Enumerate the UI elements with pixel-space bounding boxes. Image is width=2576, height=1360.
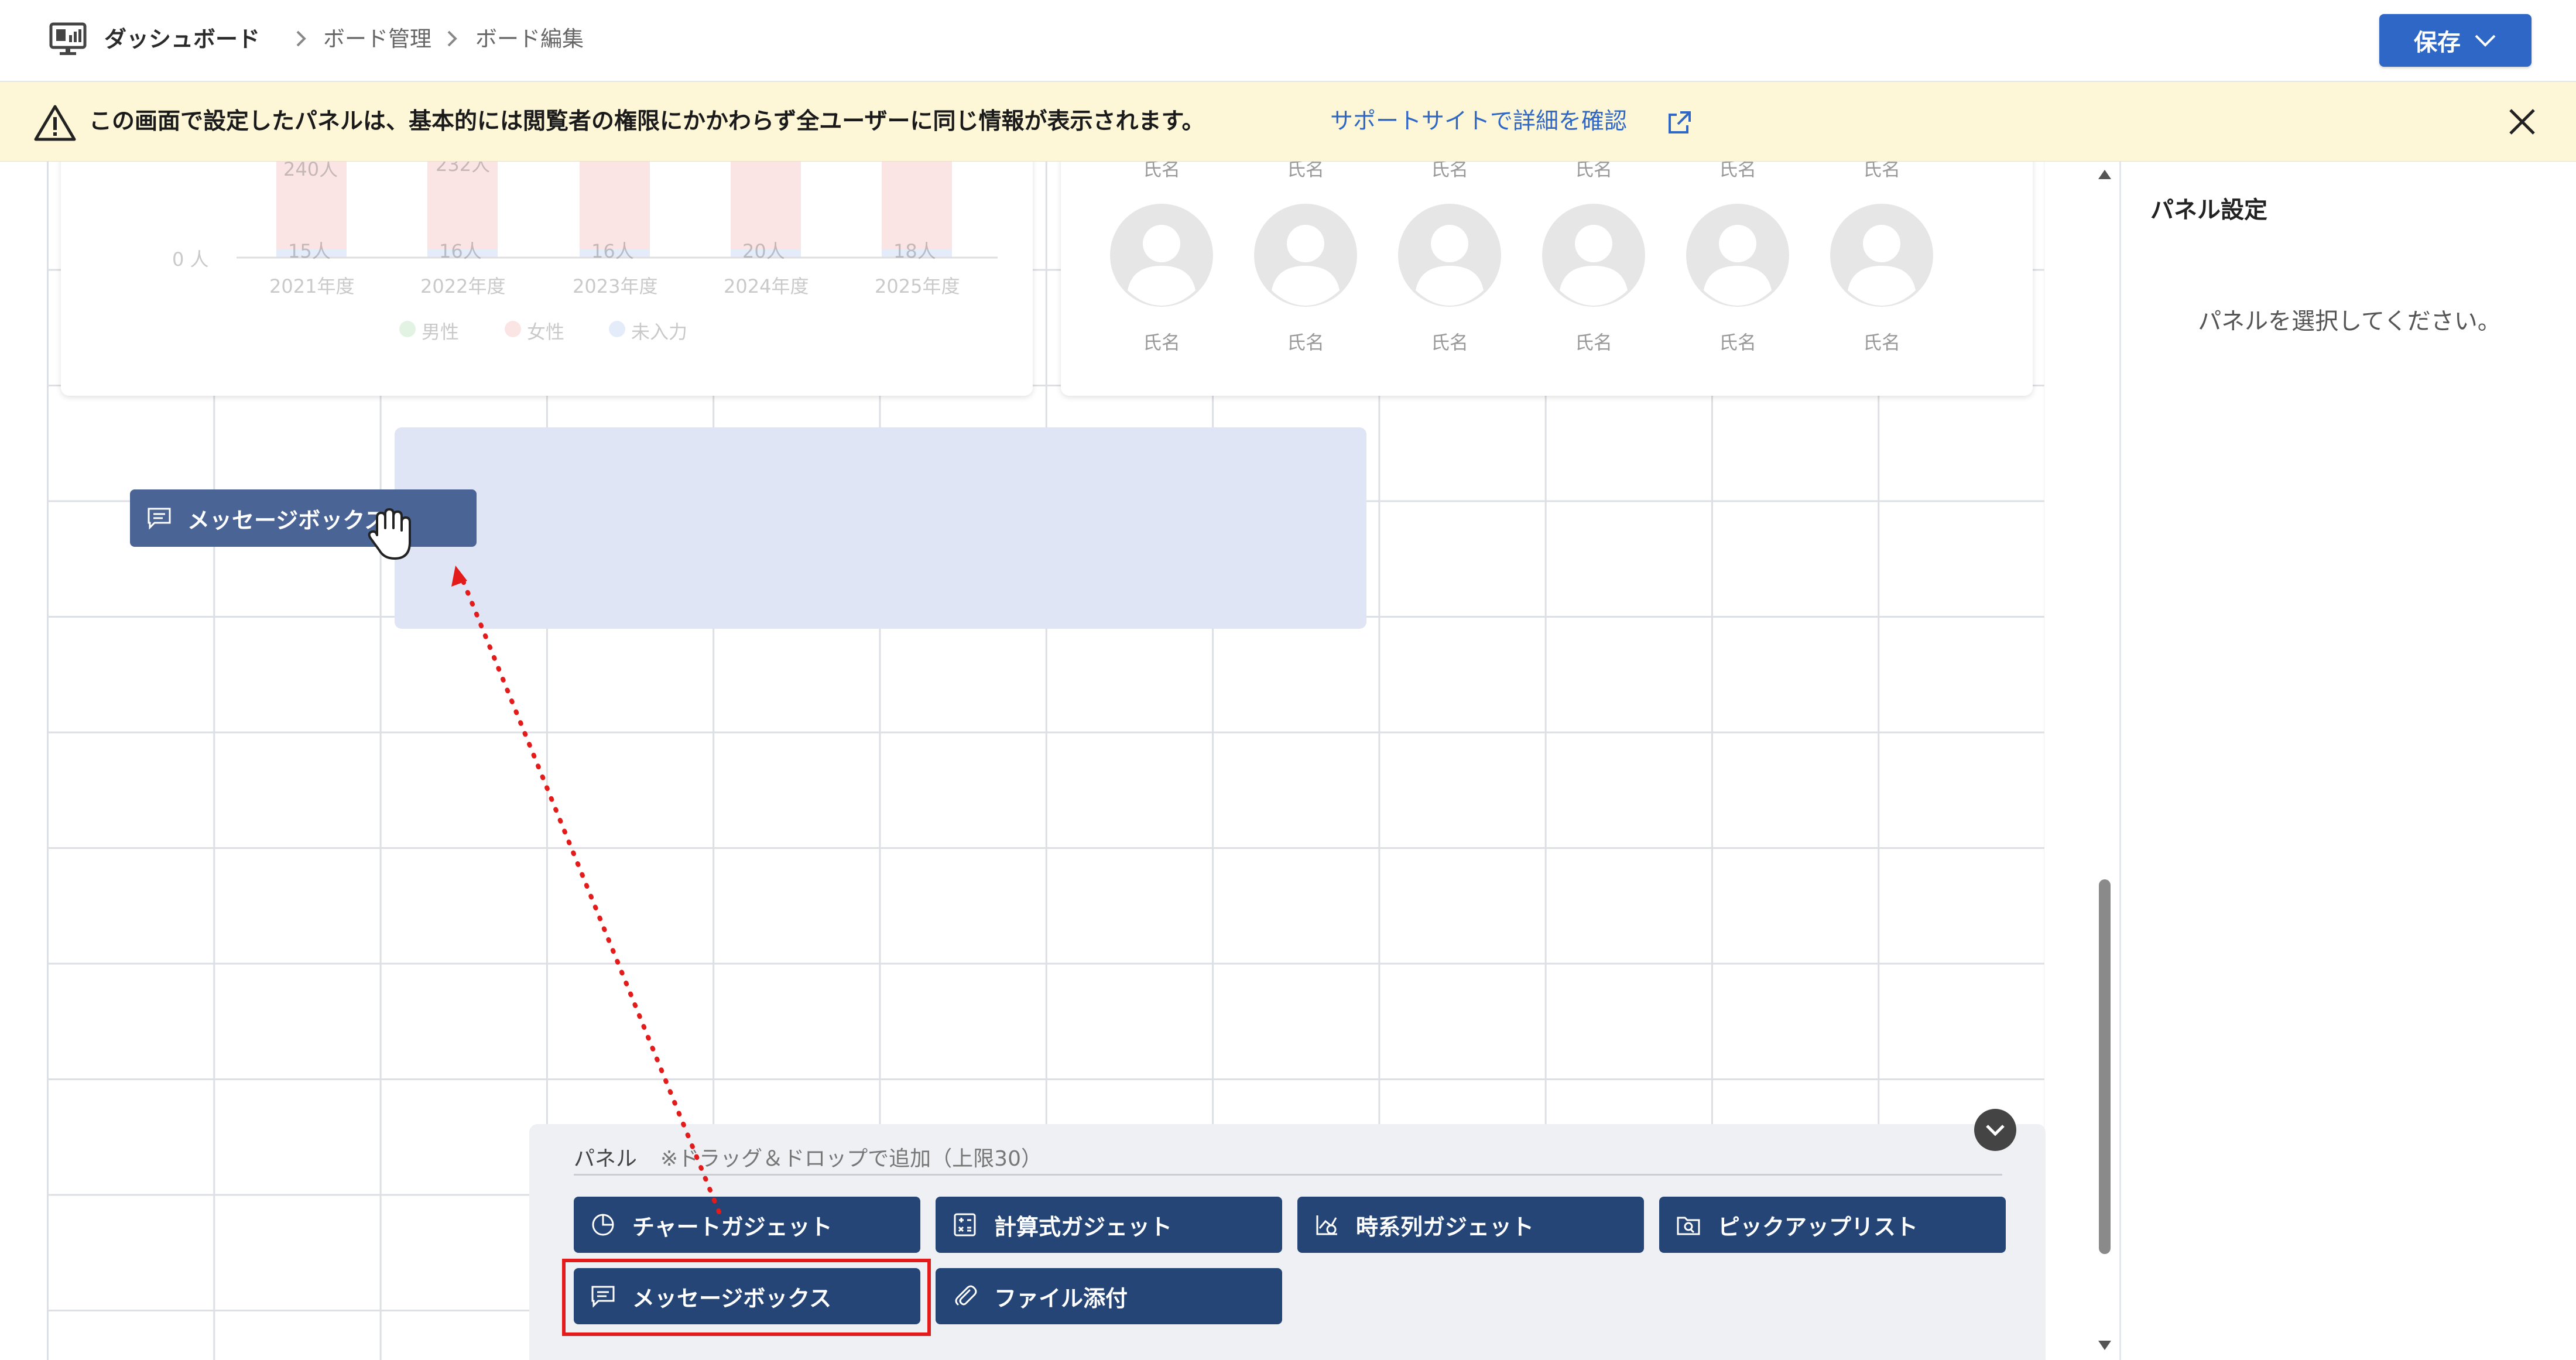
button-label: ファイル添付 (994, 1285, 1128, 1311)
avatar-icon (1830, 204, 1933, 307)
person-name-label: 氏名 (1430, 162, 1468, 180)
bottom-label: 20人 (742, 240, 785, 262)
vertical-scrollbar[interactable] (2090, 162, 2119, 1360)
save-label: 保存 (2414, 29, 2461, 56)
tray-divider (574, 1174, 2002, 1176)
top-label: 240人 (283, 162, 338, 180)
person-name-label: 氏名 (1286, 162, 1324, 180)
avatar-icon (1686, 204, 1789, 307)
zero-label: 0 人 (172, 248, 209, 270)
person-name-label: 氏名 (1574, 162, 1612, 180)
bottom-label: 15人 (288, 240, 331, 262)
chevron-right-icon (447, 30, 457, 47)
chevron-right-icon (296, 30, 306, 47)
pickup-list-button[interactable]: ピックアップリスト (1659, 1197, 2006, 1253)
top-header: ダッシュボード ボード管理 ボード編集 保存 (0, 0, 2576, 82)
warning-icon (34, 105, 76, 141)
highlight-box (562, 1259, 931, 1336)
grab-cursor-icon (368, 508, 411, 560)
timeline-icon (1316, 1215, 1337, 1235)
breadcrumb-dashboard[interactable]: ダッシュボード (104, 25, 260, 54)
avatar-icon (1398, 204, 1501, 307)
avatar-icon (1542, 204, 1645, 307)
file-attachment-button[interactable]: ファイル添付 (936, 1268, 1282, 1324)
year-label: 2021年度 (269, 275, 355, 297)
close-icon[interactable] (2506, 105, 2539, 138)
notice-banner: この画面で設定したパネルは、基本的には閲覧者の権限にかかわらず全ユーザーに同じ情… (0, 82, 2576, 162)
avatar-icon (1254, 204, 1357, 307)
button-label: 計算式ガジェット (994, 1214, 1173, 1240)
chevron-down-icon (2475, 35, 2496, 47)
collapse-tray-button[interactable] (1974, 1109, 2016, 1151)
year-label: 2022年度 (420, 275, 506, 297)
save-button[interactable]: 保存 (2379, 14, 2532, 67)
legend-unentered: 未入力 (631, 321, 688, 343)
message-icon (148, 508, 171, 530)
panel-settings-title: パネル設定 (2150, 197, 2267, 224)
dragging-message-box[interactable]: メッセージボックス (130, 489, 477, 547)
notice-text: この画面で設定したパネルは、基本的には閲覧者の権限にかかわらず全ユーザーに同じ情… (89, 108, 1205, 135)
chart-panel[interactable]: 240人 232人 0 人 15人 16人 16人 20人 18人 2021年度… (61, 162, 1033, 396)
person-name-label: 氏名 (1142, 162, 1180, 180)
avatar-icon (1110, 204, 1213, 307)
button-label: 時系列ガジェット (1356, 1214, 1534, 1240)
bottom-label: 18人 (893, 240, 936, 262)
person-name-label: 氏名 (1862, 331, 1900, 354)
person-name-label: 氏名 (1862, 162, 1900, 180)
breadcrumb-board-management[interactable]: ボード管理 (323, 26, 431, 53)
chart-gadget-button[interactable]: チャートガジェット (574, 1197, 920, 1253)
drop-placeholder (395, 427, 1366, 629)
person-name-label: 氏名 (1718, 162, 1756, 180)
pie-chart-icon (592, 1214, 614, 1236)
year-label: 2024年度 (724, 275, 809, 297)
person-name-label: 氏名 (1574, 331, 1612, 354)
tray-note: ※ドラッグ＆ドロップで追加（上限30） (660, 1147, 1042, 1171)
external-link-icon[interactable] (1666, 110, 1692, 136)
paperclip-icon (955, 1285, 977, 1306)
breadcrumb-board-edit: ボード編集 (475, 26, 584, 52)
timeseries-gadget-button[interactable]: 時系列ガジェット (1297, 1197, 1644, 1253)
people-panel[interactable]: 氏名 氏名 氏名 氏名 氏名 氏名 氏名 氏名 氏名 氏名 氏名 氏名 (1061, 162, 2033, 396)
panel-settings-sidebar: パネル設定 パネルを選択してください。 (2119, 162, 2576, 1360)
year-label: 2025年度 (875, 275, 960, 297)
dashboard-icon (49, 22, 87, 55)
drag-label: メッセージボックス (187, 507, 387, 533)
bottom-label: 16人 (439, 240, 482, 262)
panel-select-message: パネルを選択してください。 (2198, 308, 2501, 335)
calculator-icon (954, 1213, 976, 1236)
top-label: 232人 (436, 162, 491, 176)
chevron-down-icon (1986, 1125, 2005, 1136)
folder-search-icon (1677, 1217, 1700, 1235)
support-link[interactable]: サポートサイトで詳細を確認 (1330, 105, 1627, 138)
legend-male: 男性 (422, 321, 460, 343)
person-name-label: 氏名 (1142, 331, 1180, 354)
person-name-label: 氏名 (1718, 331, 1756, 354)
person-name-label: 氏名 (1286, 331, 1324, 354)
tray-label: パネル (574, 1147, 638, 1171)
legend-female: 女性 (527, 321, 565, 343)
calculation-gadget-button[interactable]: 計算式ガジェット (936, 1197, 1282, 1253)
bottom-label: 16人 (591, 240, 634, 262)
year-label: 2023年度 (573, 275, 658, 297)
button-label: ピックアップリスト (1718, 1214, 1919, 1240)
person-name-label: 氏名 (1430, 331, 1468, 354)
button-label: チャートガジェット (632, 1214, 833, 1240)
